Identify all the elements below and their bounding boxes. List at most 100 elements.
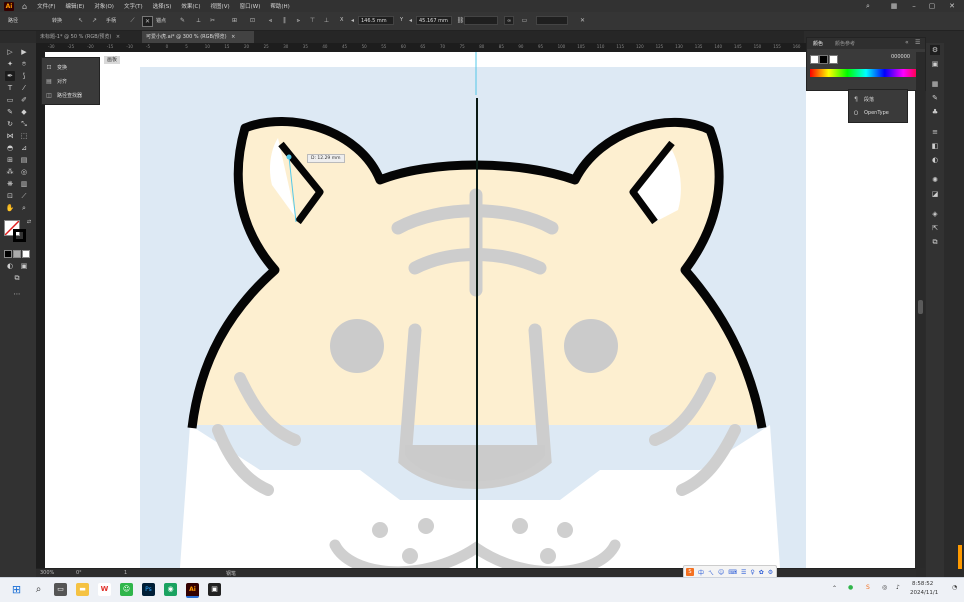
paragraph-panel-item[interactable]: ¶ 段落 xyxy=(849,92,907,106)
properties-icon[interactable]: ⚙ xyxy=(930,45,940,55)
tray-network-icon[interactable]: ◎ xyxy=(882,584,887,591)
export-icon[interactable]: ⇱ xyxy=(930,223,940,233)
menu-type[interactable]: 文字(T) xyxy=(124,2,143,10)
home-icon[interactable]: ⌂ xyxy=(22,2,27,11)
zoom-tool-icon[interactable]: ⌕ xyxy=(19,203,29,213)
perspective-icon[interactable]: ⊿ xyxy=(19,143,29,153)
show-handles-icon[interactable]: ⟋ xyxy=(128,16,137,25)
panel-menu-icon[interactable]: ☰ xyxy=(915,39,920,46)
menu-edit[interactable]: 编辑(E) xyxy=(66,2,85,10)
constrain-icon[interactable]: ∞ xyxy=(504,16,514,25)
eyedropper-icon[interactable]: ⁂ xyxy=(5,167,15,177)
taskview-icon[interactable]: ▭ xyxy=(54,583,67,596)
none-mode-icon[interactable] xyxy=(22,250,30,258)
clock-date[interactable]: 2024/11/1 xyxy=(910,590,938,596)
vertical-scrollbar[interactable] xyxy=(916,52,925,568)
rectangle-tool-icon[interactable]: ▭ xyxy=(5,95,15,105)
align-left-icon[interactable]: ⫷ xyxy=(266,16,275,25)
hex-value[interactable]: 000000 xyxy=(891,54,910,60)
x-field[interactable]: 146.5 mm xyxy=(358,16,394,25)
align-dropdown-icon[interactable]: ⊞ xyxy=(230,16,239,25)
isolate-icon[interactable]: ⊡ xyxy=(248,16,257,25)
tab-close-icon[interactable]: × xyxy=(231,34,235,40)
browser-icon[interactable]: ◉ xyxy=(164,583,177,596)
swatches-icon[interactable]: ▦ xyxy=(930,79,940,89)
artboard-number[interactable]: 1 xyxy=(124,570,127,576)
artboards-icon[interactable]: ⧉ xyxy=(930,237,940,247)
graph-icon[interactable]: ▥ xyxy=(19,179,29,189)
slice-icon[interactable]: ⟋ xyxy=(19,191,29,201)
tab-tiger[interactable]: 可爱小虎.ai* @ 300 % (RGB/预览) × xyxy=(142,31,254,43)
tab-untitled[interactable]: 未标题-1* @ 50 % (RGB/预览) × xyxy=(36,31,140,43)
black-swatch[interactable] xyxy=(819,55,828,64)
transparency-icon[interactable]: ◐ xyxy=(930,155,940,165)
direct-selection-tool-icon[interactable]: ▶ xyxy=(19,47,29,57)
rotate-angle[interactable]: 0° xyxy=(76,570,82,576)
media-icon[interactable]: ▣ xyxy=(208,583,221,596)
maximize-icon[interactable]: ▢ xyxy=(922,0,942,12)
menu-effect[interactable]: 效果(C) xyxy=(181,2,200,10)
tray-up-icon[interactable]: ⌃ xyxy=(832,585,837,592)
free-transform-icon[interactable]: ⬚ xyxy=(19,131,29,141)
tiger-artwork[interactable] xyxy=(45,52,915,568)
brushes-icon[interactable]: ✎ xyxy=(930,93,940,103)
line-tool-icon[interactable]: ⁄ xyxy=(19,83,29,93)
tray-ime-icon[interactable]: S xyxy=(866,584,870,591)
gradient-icon[interactable]: ▤ xyxy=(19,155,29,165)
convert-corner-icon[interactable]: ↖ xyxy=(76,16,85,25)
ime-logo-icon[interactable]: S xyxy=(686,568,694,576)
ime-menu-icon[interactable]: ☰ xyxy=(741,569,746,576)
x-stepper-icon[interactable]: ◂ xyxy=(348,16,357,25)
ime-keyboard-icon[interactable]: ⌨ xyxy=(728,569,737,576)
stroke-swatch[interactable] xyxy=(13,229,26,242)
transform-panel-item[interactable]: ⊡ 变换 xyxy=(42,60,99,74)
tray-wechat-icon[interactable]: ● xyxy=(848,584,853,591)
ime-emoji-icon[interactable]: ☺ xyxy=(718,569,724,576)
canvas[interactable]: D: 12.29 mm xyxy=(45,52,915,568)
artboard-label[interactable]: 画板 xyxy=(104,56,121,64)
arrange-icon[interactable]: ▦ xyxy=(884,0,904,12)
none-swatch[interactable] xyxy=(810,55,819,64)
pen-tool-icon[interactable]: ✒ xyxy=(5,71,15,81)
transform-icon[interactable]: ▭ xyxy=(520,16,529,25)
width-tool-icon[interactable]: ⋈ xyxy=(5,131,15,141)
lasso-icon[interactable]: ⌾ xyxy=(19,59,29,69)
convert-smooth-icon[interactable]: ↗ xyxy=(90,16,99,25)
scale-icon[interactable]: ⤡ xyxy=(19,119,29,129)
shaper-icon[interactable]: ✎ xyxy=(5,107,15,117)
wechat-icon[interactable]: ☺ xyxy=(120,583,133,596)
align-center-icon[interactable]: ‖ xyxy=(280,16,289,25)
start-icon[interactable]: ⊞ xyxy=(10,583,23,596)
color-mode-icon[interactable] xyxy=(4,250,12,258)
scroll-thumb[interactable] xyxy=(918,300,923,314)
menu-object[interactable]: 对象(O) xyxy=(94,2,114,10)
eraser-icon[interactable]: ◆ xyxy=(19,107,29,117)
pathfinder-panel-item[interactable]: ◫ 路径查找器 xyxy=(42,88,99,102)
connect-icon[interactable]: ⟂ xyxy=(194,16,203,25)
menu-window[interactable]: 窗口(W) xyxy=(240,2,261,10)
selection-tool-icon[interactable]: ▷ xyxy=(5,47,15,57)
type-tool-icon[interactable]: T xyxy=(5,83,15,93)
graphic-styles-icon[interactable]: ◪ xyxy=(930,189,940,199)
menu-select[interactable]: 选择(S) xyxy=(153,2,172,10)
paintbrush-icon[interactable]: ✐ xyxy=(19,95,29,105)
search-icon[interactable]: ⌕ xyxy=(32,583,45,596)
hand-tool-icon[interactable]: ✋ xyxy=(5,203,15,213)
isolate-mode-icon[interactable]: ✕ xyxy=(578,16,587,25)
align-bottom-icon[interactable]: ⊥ xyxy=(322,16,331,25)
tab-close-icon[interactable]: × xyxy=(116,34,120,40)
close-icon[interactable]: ✕ xyxy=(942,0,962,12)
ime-skin-icon[interactable]: ✿ xyxy=(759,569,764,576)
search-icon[interactable]: ⌕ xyxy=(858,0,878,12)
blend-icon[interactable]: ◎ xyxy=(19,167,29,177)
curvature-icon[interactable]: ⟆ xyxy=(19,71,29,81)
symbol-sprayer-icon[interactable]: ❋ xyxy=(5,179,15,189)
layers-icon[interactable]: ◈ xyxy=(930,209,940,219)
libraries-icon[interactable]: ▣ xyxy=(930,59,940,69)
width-field[interactable] xyxy=(464,16,498,25)
gradient-panel-icon[interactable]: ◧ xyxy=(930,141,940,151)
tray-volume-icon[interactable]: ♪ xyxy=(896,584,900,591)
gradient-mode-icon[interactable] xyxy=(13,250,21,258)
photoshop-icon[interactable]: Ps xyxy=(142,583,155,596)
symbols-icon[interactable]: ♣ xyxy=(930,107,940,117)
